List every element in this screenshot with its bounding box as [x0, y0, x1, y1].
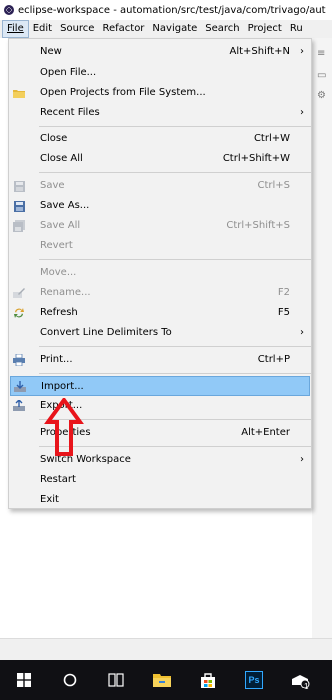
menu-item-shortcut: Ctrl+Shift+W: [222, 153, 290, 164]
save-icon: [13, 180, 25, 192]
print-icon: [13, 354, 25, 366]
menu-item-close[interactable]: Close Ctrl+W: [10, 129, 310, 149]
eclipse-app-icon: [4, 5, 14, 15]
window-title: eclipse-workspace - automation/src/test/…: [18, 4, 326, 16]
menu-item-shortcut: F2: [277, 287, 290, 298]
menu-item-label: Convert Line Delimiters To: [40, 327, 172, 338]
save-as-icon: [13, 200, 25, 212]
menu-item-shortcut: Ctrl+P: [257, 354, 290, 365]
submenu-arrow-icon: ›: [300, 327, 304, 338]
menu-item-rename[interactable]: Rename... F2: [10, 283, 310, 303]
menu-separator: [39, 346, 311, 347]
menu-edit[interactable]: Edit: [29, 20, 56, 38]
task-view-icon[interactable]: [98, 660, 134, 700]
menu-item-save[interactable]: Save Ctrl+S: [10, 176, 310, 196]
menu-item-recent-files[interactable]: Recent Files ›: [10, 103, 310, 123]
windows-taskbar: Ps 1: [0, 660, 332, 700]
menu-item-save-as[interactable]: Save As...: [10, 196, 310, 216]
menu-item-label: Print...: [40, 354, 73, 365]
minimize-icon: ▭: [317, 70, 327, 81]
menu-item-shortcut: Ctrl+W: [253, 133, 290, 144]
menu-file-label: File: [7, 23, 24, 34]
menu-item-revert[interactable]: Revert: [10, 236, 310, 256]
menu-item-label: Close: [40, 133, 68, 144]
menu-item-shortcut: Ctrl+S: [257, 180, 290, 191]
menu-item-import[interactable]: Import...: [10, 376, 310, 396]
export-icon: [13, 400, 25, 412]
menu-item-move[interactable]: Move...: [10, 263, 310, 283]
menu-item-restart[interactable]: Restart: [10, 470, 310, 490]
menu-item-convert-line-delimiters[interactable]: Convert Line Delimiters To ›: [10, 323, 310, 343]
menu-item-label: Exit: [40, 494, 59, 505]
save-all-icon: [13, 220, 25, 232]
status-bar: [0, 638, 332, 660]
menu-item-label: Open Projects from File System...: [40, 87, 206, 98]
window-title-bar: eclipse-workspace - automation/src/test/…: [0, 0, 332, 20]
menu-item-label: Move...: [40, 267, 77, 278]
menu-refactor[interactable]: Refactor: [98, 20, 148, 38]
menu-item-open-file[interactable]: Open File...: [10, 63, 310, 83]
menu-source[interactable]: Source: [56, 20, 98, 38]
menu-item-close-all[interactable]: Close All Ctrl+Shift+W: [10, 149, 310, 169]
menu-item-shortcut: Ctrl+Shift+S: [226, 220, 290, 231]
menu-item-new[interactable]: New Alt+Shift+N ›: [10, 42, 310, 62]
menu-item-shortcut: Alt+Shift+N: [229, 46, 290, 57]
menu-item-exit[interactable]: Exit: [10, 490, 310, 510]
menu-bar: File Edit Source Refactor Navigate Searc…: [0, 20, 332, 38]
rename-icon: [13, 287, 25, 299]
menu-separator: [39, 126, 311, 127]
photoshop-label: Ps: [245, 671, 263, 689]
menu-item-label: Save All: [40, 220, 81, 231]
menu-search[interactable]: Search: [201, 20, 243, 38]
gear-icon: ⚙: [317, 90, 326, 101]
notification-badge: 1: [304, 682, 309, 691]
store-icon[interactable]: [190, 660, 226, 700]
menu-item-label: Recent Files: [40, 107, 100, 118]
menu-item-refresh[interactable]: Refresh F5: [10, 303, 310, 323]
menu-item-shortcut: F5: [277, 307, 290, 318]
menu-item-save-all[interactable]: Save All Ctrl+Shift+S: [10, 216, 310, 236]
menu-item-label: Revert: [40, 240, 73, 251]
menu-item-label: Rename...: [40, 287, 91, 298]
menu-item-open-projects[interactable]: Open Projects from File System...: [10, 83, 310, 103]
menu-item-shortcut: Alt+Enter: [241, 427, 290, 438]
submenu-arrow-icon: ›: [300, 46, 304, 57]
red-arrow-annotation-icon: [44, 398, 84, 456]
menu-item-label: Save As...: [40, 200, 90, 211]
list-icon: ≡: [317, 48, 326, 59]
menu-item-label: Open File...: [40, 67, 97, 78]
search-circle-icon[interactable]: [52, 660, 88, 700]
import-icon: [14, 381, 26, 393]
submenu-arrow-icon: ›: [300, 454, 304, 465]
refresh-icon: [13, 307, 25, 319]
menu-item-label: Restart: [40, 474, 76, 485]
menu-item-print[interactable]: Print... Ctrl+P: [10, 350, 310, 370]
photoshop-icon[interactable]: Ps: [236, 660, 272, 700]
eclipse-icon[interactable]: 1: [282, 660, 318, 700]
submenu-arrow-icon: ›: [300, 107, 304, 118]
menu-file[interactable]: File: [2, 20, 29, 38]
menu-item-label: Close All: [40, 153, 83, 164]
windows-start-icon[interactable]: [6, 660, 42, 700]
menu-navigate[interactable]: Navigate: [148, 20, 201, 38]
file-explorer-icon[interactable]: [144, 660, 180, 700]
menu-item-label: Save: [40, 180, 65, 191]
background-panel: ≡ ▭ ⚙: [312, 38, 332, 638]
menu-project[interactable]: Project: [244, 20, 286, 38]
menu-item-label: Import...: [41, 381, 84, 392]
menu-item-label: Refresh: [40, 307, 78, 318]
menu-separator: [39, 259, 311, 260]
menu-item-label: New: [40, 46, 62, 57]
menu-separator: [39, 373, 311, 374]
folder-icon: [13, 87, 25, 99]
menu-run[interactable]: Ru: [286, 20, 307, 38]
menu-separator: [39, 172, 311, 173]
